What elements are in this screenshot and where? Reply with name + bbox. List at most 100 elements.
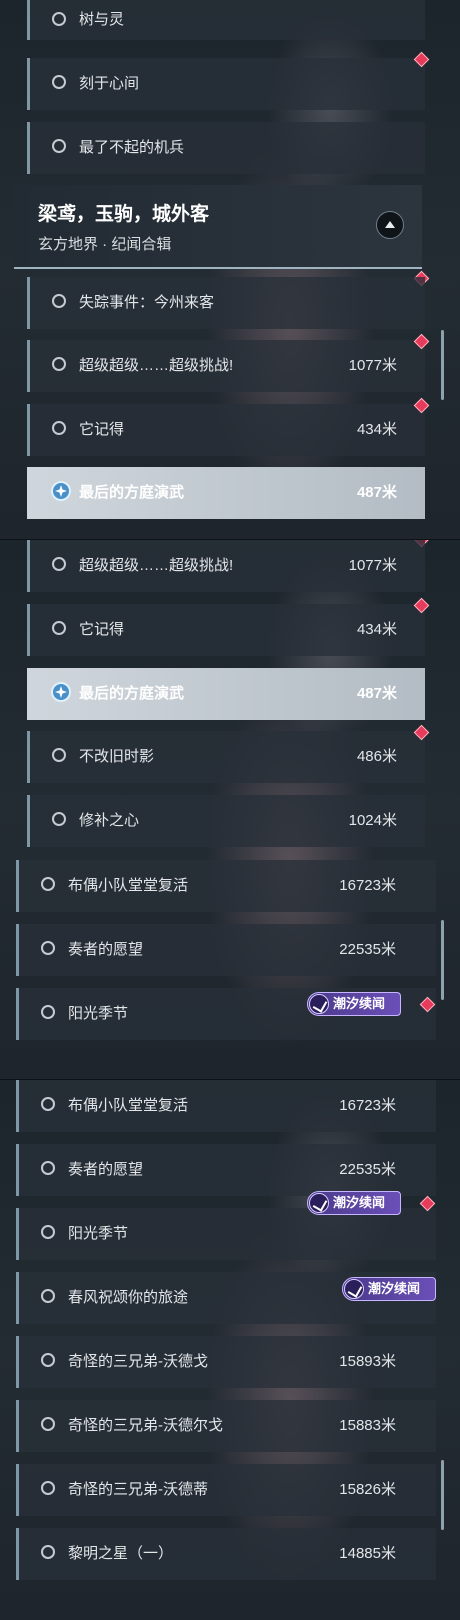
quest-distance: 16723米 bbox=[339, 877, 396, 894]
row-accent-bar bbox=[27, 540, 30, 592]
collapse-up-icon[interactable] bbox=[376, 211, 404, 239]
quest-list-panel-2: 超级超级……超级挑战! 1077米 它记得 434米 最后的方庭演武 487米 … bbox=[0, 540, 460, 1080]
quest-label: 超级超级……超级挑战! bbox=[79, 557, 234, 574]
quest-row[interactable]: 超级超级……超级挑战! 1077米 bbox=[27, 540, 425, 592]
row-accent-bar bbox=[16, 1272, 19, 1324]
circle-icon bbox=[41, 1353, 55, 1367]
quest-distance: 434米 bbox=[356, 621, 397, 638]
quest-row[interactable]: 布偶小队堂堂复活 16723米 bbox=[16, 1080, 436, 1132]
quest-row[interactable]: 阳光季节 bbox=[16, 1208, 436, 1260]
quest-label: 最了不起的机兵 bbox=[79, 139, 185, 156]
quest-distance: 487米 bbox=[356, 484, 397, 501]
quest-row[interactable]: 奇怪的三兄弟-沃德戈 15893米 bbox=[16, 1336, 436, 1388]
quest-label: 修补之心 bbox=[79, 812, 140, 829]
quest-list-panel-1: 树与灵 刻于心间 最了不起的机兵 梁鸢，玉驹，城外客 玄方地界 · 纪闻合辑 失… bbox=[0, 0, 460, 540]
quest-row[interactable]: 超级超级……超级挑战! 1077米 bbox=[27, 340, 425, 392]
circle-icon bbox=[41, 1097, 55, 1111]
tide-event-badge: 潮汐续闻 bbox=[307, 992, 401, 1016]
quest-label: 奇怪的三兄弟-沃德戈 bbox=[68, 1353, 208, 1370]
quest-label: 奏者的愿望 bbox=[68, 1161, 144, 1178]
quest-row[interactable]: 奏者的愿望 22535米 bbox=[16, 1144, 436, 1196]
quest-distance: 16723米 bbox=[339, 1097, 396, 1114]
quest-distance: 15826米 bbox=[339, 1481, 396, 1498]
quest-row[interactable]: 黎明之星（一） 14885米 bbox=[16, 1528, 436, 1580]
row-accent-bar bbox=[27, 404, 30, 456]
quest-row[interactable]: 不改旧时影 486米 bbox=[27, 731, 425, 783]
tide-badge-icon bbox=[344, 1279, 364, 1299]
quest-distance: 486米 bbox=[356, 748, 397, 765]
row-accent-bar bbox=[16, 1144, 19, 1196]
row-accent-bar bbox=[27, 277, 30, 329]
row-accent-bar bbox=[27, 122, 30, 174]
quest-row[interactable]: 失踪事件：今州来客 bbox=[27, 277, 425, 329]
quest-label: 布偶小队堂堂复活 bbox=[68, 1097, 189, 1114]
circle-icon bbox=[41, 1225, 55, 1239]
circle-icon bbox=[41, 1005, 55, 1019]
quest-label: 超级超级……超级挑战! bbox=[79, 357, 234, 374]
quest-row[interactable]: 树与灵 bbox=[27, 0, 425, 40]
quest-label: 奇怪的三兄弟-沃德尔戈 bbox=[68, 1417, 223, 1434]
quest-distance: 22535米 bbox=[339, 941, 396, 958]
quest-distance: 1077米 bbox=[348, 357, 397, 374]
row-accent-bar bbox=[16, 860, 19, 912]
circle-icon bbox=[41, 877, 55, 891]
row-accent-bar bbox=[16, 1400, 19, 1452]
badge-label: 潮汐续闻 bbox=[368, 1281, 421, 1296]
quest-row[interactable]: 奇怪的三兄弟-沃德蒂 15826米 bbox=[16, 1464, 436, 1516]
navigation-icon bbox=[51, 682, 71, 702]
quest-label: 失踪事件：今州来客 bbox=[79, 294, 215, 311]
group-title: 梁鸢，玉驹，城外客 bbox=[38, 204, 210, 225]
circle-icon bbox=[52, 621, 66, 635]
quest-label: 阳光季节 bbox=[68, 1005, 129, 1022]
quest-row[interactable]: 刻于心间 bbox=[27, 58, 425, 110]
quest-label: 春风祝颂你的旅途 bbox=[68, 1289, 189, 1306]
circle-icon bbox=[52, 139, 66, 153]
quest-row-selected[interactable]: 最后的方庭演武 487米 bbox=[27, 467, 425, 519]
quest-row[interactable]: 它记得 434米 bbox=[27, 404, 425, 456]
quest-label: 树与灵 bbox=[79, 11, 125, 28]
quest-label: 刻于心间 bbox=[79, 75, 140, 92]
circle-icon bbox=[41, 1481, 55, 1495]
row-accent-bar bbox=[16, 1464, 19, 1516]
quest-distance: 15883米 bbox=[339, 1417, 396, 1434]
quest-group-header[interactable]: 梁鸢，玉驹，城外客 玄方地界 · 纪闻合辑 bbox=[14, 185, 422, 269]
quest-distance: 14885米 bbox=[339, 1545, 396, 1562]
row-accent-bar bbox=[16, 1208, 19, 1260]
circle-icon bbox=[52, 748, 66, 762]
scrollbar[interactable] bbox=[441, 1460, 444, 1530]
tide-event-badge: 潮汐续闻 bbox=[342, 1277, 436, 1301]
circle-icon bbox=[52, 557, 66, 571]
quest-row[interactable]: 修补之心 1024米 bbox=[27, 795, 425, 847]
row-accent-bar bbox=[16, 1528, 19, 1580]
quest-label: 奇怪的三兄弟-沃德蒂 bbox=[68, 1481, 208, 1498]
circle-icon bbox=[52, 12, 66, 26]
scrollbar[interactable] bbox=[441, 920, 444, 1000]
quest-row-selected[interactable]: 最后的方庭演武 487米 bbox=[27, 668, 425, 720]
quest-distance: 1077米 bbox=[348, 557, 397, 574]
quest-label: 布偶小队堂堂复活 bbox=[68, 877, 189, 894]
quest-label: 黎明之星（一） bbox=[68, 1545, 174, 1562]
group-subtitle: 玄方地界 · 纪闻合辑 bbox=[38, 236, 172, 253]
quest-label: 不改旧时影 bbox=[79, 748, 155, 765]
quest-distance: 22535米 bbox=[339, 1161, 396, 1178]
circle-icon bbox=[52, 75, 66, 89]
circle-icon bbox=[52, 812, 66, 826]
row-accent-bar bbox=[16, 1336, 19, 1388]
row-accent-bar bbox=[16, 924, 19, 976]
quest-row[interactable]: 奏者的愿望 22535米 bbox=[16, 924, 436, 976]
circle-icon bbox=[41, 941, 55, 955]
row-accent-bar bbox=[27, 340, 30, 392]
scrollbar[interactable] bbox=[441, 330, 444, 400]
badge-label: 潮汐续闻 bbox=[333, 996, 386, 1011]
quest-label: 奏者的愿望 bbox=[68, 941, 144, 958]
row-accent-bar bbox=[27, 731, 30, 783]
row-accent-bar bbox=[16, 988, 19, 1040]
quest-row[interactable]: 最了不起的机兵 bbox=[27, 122, 425, 174]
quest-row[interactable]: 奇怪的三兄弟-沃德尔戈 15883米 bbox=[16, 1400, 436, 1452]
tide-event-badge: 潮汐续闻 bbox=[307, 1191, 401, 1215]
quest-row[interactable]: 它记得 434米 bbox=[27, 604, 425, 656]
badge-label: 潮汐续闻 bbox=[333, 1195, 386, 1210]
quest-row[interactable]: 布偶小队堂堂复活 16723米 bbox=[16, 860, 436, 912]
tide-badge-icon bbox=[309, 994, 329, 1014]
quest-label: 它记得 bbox=[79, 621, 125, 638]
